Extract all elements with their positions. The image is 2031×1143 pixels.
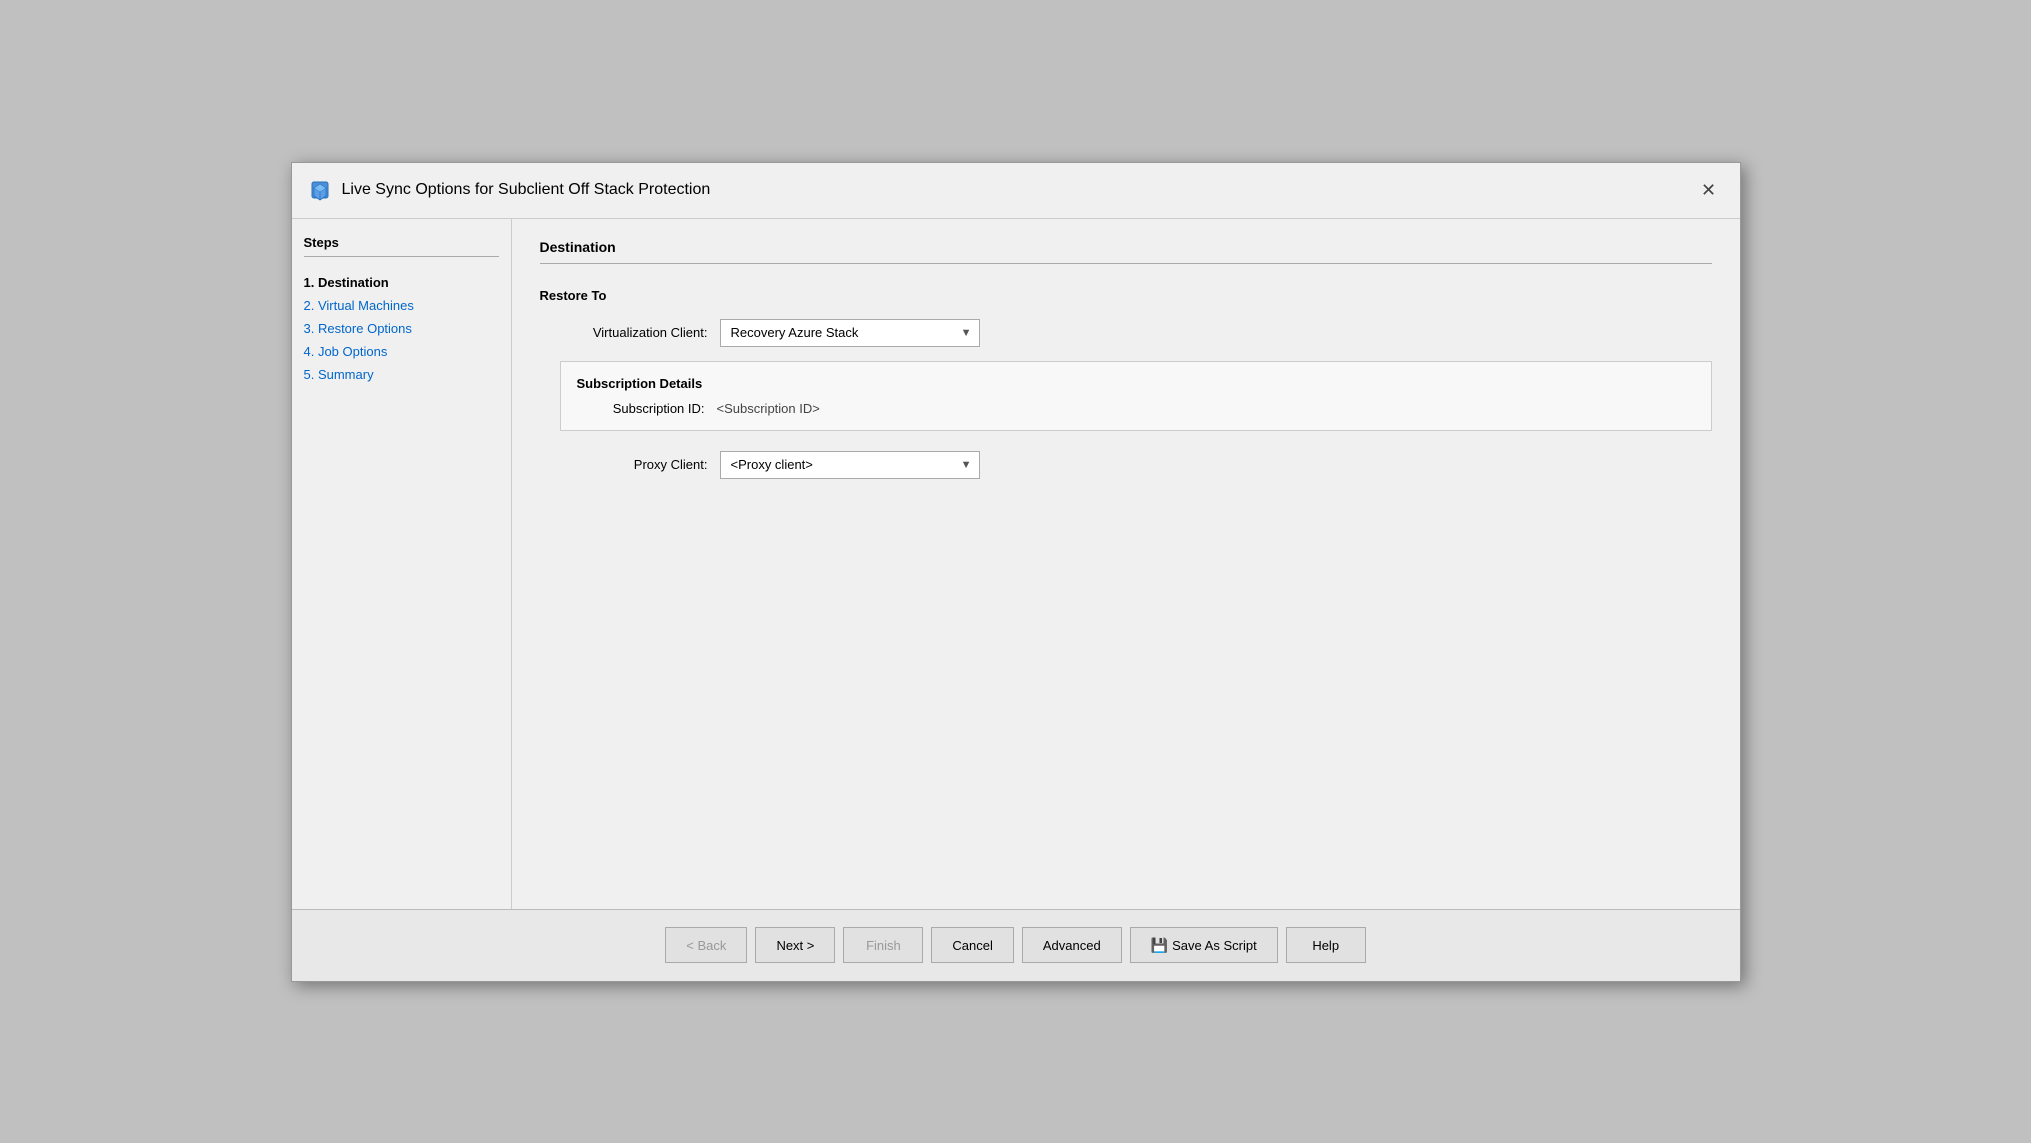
back-button[interactable]: < Back <box>665 927 747 963</box>
virtualization-client-label: Virtualization Client: <box>560 325 720 340</box>
virtualization-client-row: Virtualization Client: Recovery Azure St… <box>560 319 1712 347</box>
proxy-client-select[interactable]: <Proxy client> <box>720 451 980 479</box>
sidebar-item-summary[interactable]: 5. Summary <box>304 363 499 386</box>
title-bar-left: Live Sync Options for Subclient Off Stac… <box>308 178 711 202</box>
title-bar: Live Sync Options for Subclient Off Stac… <box>292 163 1740 219</box>
section-title: Destination <box>540 239 1712 264</box>
proxy-client-row: Proxy Client: <Proxy client> ▼ <box>560 451 1712 479</box>
sidebar-item-destination[interactable]: 1. Destination <box>304 271 499 294</box>
cancel-button[interactable]: Cancel <box>931 927 1013 963</box>
content-area: Destination Restore To Virtualization Cl… <box>512 219 1740 909</box>
subscription-details-title: Subscription Details <box>577 376 1695 391</box>
finish-button[interactable]: Finish <box>843 927 923 963</box>
main-dialog: Live Sync Options for Subclient Off Stac… <box>291 162 1741 982</box>
subscription-id-label: Subscription ID: <box>587 401 717 416</box>
sidebar-item-restore-options[interactable]: 3. Restore Options <box>304 317 499 340</box>
sidebar: Steps 1. Destination 2. Virtual Machines… <box>292 219 512 909</box>
help-button[interactable]: Help <box>1286 927 1366 963</box>
save-as-script-button[interactable]: 💾 Save As Script <box>1130 927 1278 963</box>
dialog-title: Live Sync Options for Subclient Off Stac… <box>342 181 711 199</box>
restore-to-label: Restore To <box>540 288 1712 303</box>
sidebar-title: Steps <box>304 235 499 257</box>
app-icon <box>308 178 332 202</box>
proxy-client-wrapper: <Proxy client> ▼ <box>720 451 980 479</box>
virtualization-client-select[interactable]: Recovery Azure Stack <box>720 319 980 347</box>
main-content: Steps 1. Destination 2. Virtual Machines… <box>292 219 1740 909</box>
sidebar-item-virtual-machines[interactable]: 2. Virtual Machines <box>304 294 499 317</box>
footer: < Back Next > Finish Cancel Advanced 💾 S… <box>292 909 1740 981</box>
close-button[interactable]: ✕ <box>1694 175 1724 205</box>
proxy-client-label: Proxy Client: <box>560 457 720 472</box>
virtualization-client-wrapper: Recovery Azure Stack ▼ <box>720 319 980 347</box>
subscription-id-row: Subscription ID: <Subscription ID> <box>587 401 1695 416</box>
sidebar-item-job-options[interactable]: 4. Job Options <box>304 340 499 363</box>
next-button[interactable]: Next > <box>755 927 835 963</box>
subscription-details-box: Subscription Details Subscription ID: <S… <box>560 361 1712 431</box>
save-as-script-icon: 💾 <box>1151 937 1168 954</box>
subscription-id-value: <Subscription ID> <box>717 401 820 416</box>
advanced-button[interactable]: Advanced <box>1022 927 1122 963</box>
restore-to-group: Restore To Virtualization Client: Recove… <box>540 288 1712 479</box>
